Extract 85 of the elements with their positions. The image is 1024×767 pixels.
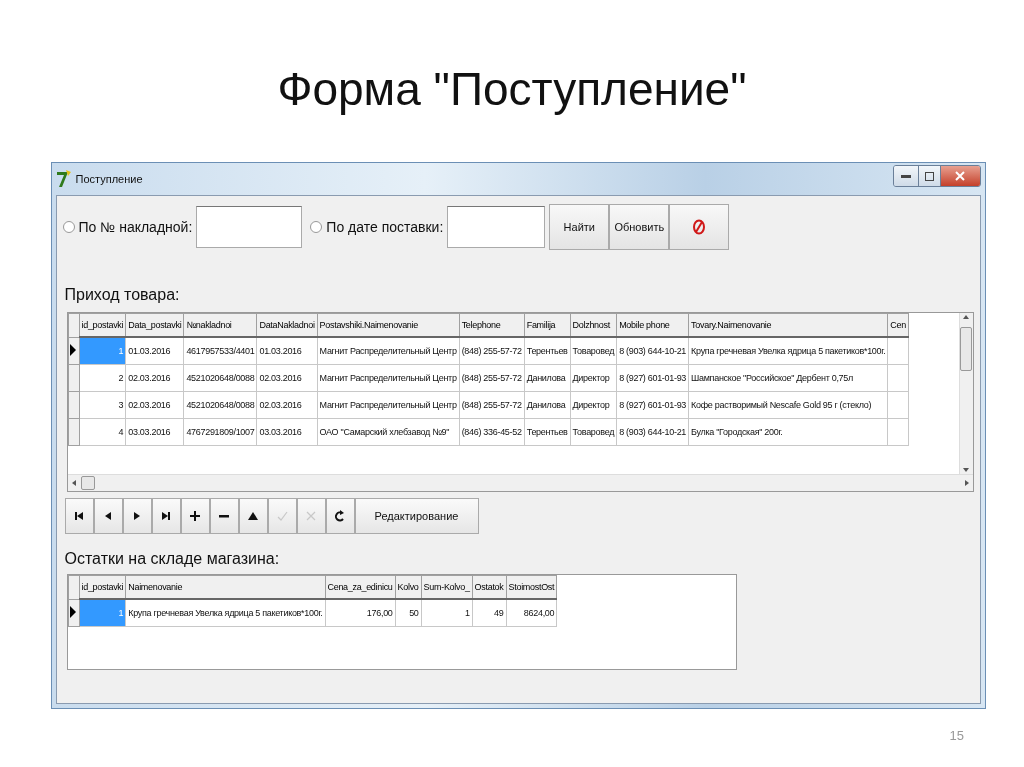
column-header[interactable]: Dolzhnost: [570, 313, 617, 337]
radio-label: По № накладной:: [78, 219, 193, 235]
close-button[interactable]: [939, 166, 980, 186]
page-number: 15: [949, 728, 964, 743]
horizontal-scrollbar[interactable]: [67, 474, 973, 491]
table-cell: (846) 336-45-52: [459, 418, 525, 446]
column-header[interactable]: Familija: [524, 313, 571, 337]
refresh-button[interactable]: [325, 498, 355, 534]
column-header[interactable]: DataNakladnoi: [256, 313, 318, 337]
column-header[interactable]: Kolvo: [395, 575, 422, 599]
radio-label: По дате поставки:: [326, 219, 444, 235]
cancel-button[interactable]: [669, 204, 730, 250]
table-cell: Кофе растворимый Nescafe Gold 95 г (стекло): [688, 391, 888, 419]
next-button[interactable]: [122, 498, 152, 534]
action-button[interactable]: Найти: [549, 204, 610, 250]
scroll-up-icon[interactable]: [962, 313, 970, 321]
edit-button[interactable]: Редактирование: [354, 498, 479, 534]
section-heading: Остатки на складе магазина:: [64, 550, 281, 568]
input-field[interactable]: [196, 206, 303, 248]
column-header[interactable]: Mobile phone: [616, 313, 689, 337]
input-field[interactable]: [447, 206, 546, 248]
window-title: Поступление: [75, 173, 143, 185]
table-cell: 8 (903) 644-10-21: [616, 418, 689, 446]
minimize-icon: [900, 174, 911, 178]
column-header[interactable]: Postavshiki.Naimenovanie: [317, 313, 460, 337]
table-cell: 8 (927) 601-01-93: [616, 391, 689, 419]
table-cell: 4521020648/0088: [183, 364, 257, 392]
scroll-left-icon[interactable]: [70, 479, 77, 487]
vertical-scrollbar[interactable]: [958, 313, 973, 474]
table-cell: 4767291809/1007: [183, 418, 257, 446]
column-header[interactable]: Cen: [887, 313, 909, 337]
radio-button[interactable]: [62, 221, 75, 233]
column-header[interactable]: Ostatok: [472, 575, 507, 599]
column-header[interactable]: Tovary.Naimenovanie: [688, 313, 888, 337]
table-cell: Магнит Распределительный Центр: [317, 364, 460, 392]
table-cell: (848) 255-57-72: [459, 337, 525, 365]
close-icon: [955, 171, 965, 181]
scroll-right-icon[interactable]: [963, 479, 970, 487]
edit-icon: [247, 510, 259, 522]
table-cell: (848) 255-57-72: [459, 364, 525, 392]
table-cell: Магнит Распределительный Центр: [317, 391, 460, 419]
action-button[interactable]: Обновить: [609, 204, 670, 250]
cancel-icon: [305, 510, 317, 522]
insert-icon: [189, 510, 201, 522]
table-cell: ОАО "Самарский хлебзавод №9": [317, 418, 460, 446]
slide-title: Форма "Поступление": [277, 62, 747, 117]
table-cell: Магнит Распределительный Центр: [317, 337, 460, 365]
last-button[interactable]: [151, 498, 181, 534]
column-header[interactable]: Sum-Kolvo_: [421, 575, 473, 599]
scroll-thumb[interactable]: [80, 476, 95, 490]
column-header[interactable]: №nakladnoi: [183, 313, 257, 337]
first-button[interactable]: [64, 498, 94, 534]
table-cell: Крупа гречневая Увелка ядрица 5 пакетиков*100г.: [688, 337, 888, 365]
maximize-button[interactable]: [917, 166, 940, 186]
minimize-button[interactable]: [893, 166, 918, 186]
edit-button[interactable]: [238, 498, 268, 534]
last-icon: [160, 510, 172, 522]
scroll-thumb[interactable]: [960, 327, 972, 371]
table-cell: 4617957533/4401: [183, 337, 257, 365]
column-header[interactable]: Naimenovanie: [125, 575, 325, 599]
maximize-icon: [924, 171, 934, 181]
refresh-icon: [334, 510, 346, 522]
column-header[interactable]: StoimostOst: [506, 575, 557, 599]
table-cell: 176,00: [325, 599, 396, 627]
column-header[interactable]: id_postavki: [79, 575, 126, 599]
post-icon: [276, 510, 288, 522]
insert-button[interactable]: [180, 498, 210, 534]
table-cell: 8 (903) 644-10-21: [616, 337, 689, 365]
app-icon: [55, 170, 72, 188]
section-heading: Приход товара:: [64, 286, 181, 304]
column-header[interactable]: Data_postavki: [125, 313, 184, 337]
table-cell: 4521020648/0088: [183, 391, 257, 419]
table-cell: Шампанское "Российское" Дербент 0,75л: [688, 364, 888, 392]
table-cell: Булка "Городская" 200г.: [688, 418, 888, 446]
first-icon: [73, 510, 85, 522]
prohibited-icon: [692, 219, 707, 235]
table-cell: 8 (927) 601-01-93: [616, 364, 689, 392]
column-header[interactable]: id_postavki: [79, 313, 126, 337]
table-cell: (848) 255-57-72: [459, 391, 525, 419]
delete-button[interactable]: [209, 498, 239, 534]
table-cell: Крупа гречневая Увелка ядрица 5 пакетиков*100г.: [125, 599, 325, 627]
prior-button[interactable]: [93, 498, 123, 534]
column-header[interactable]: Cena_za_edinicu: [325, 575, 396, 599]
radio-button[interactable]: [310, 221, 323, 233]
column-header[interactable]: Telephone: [459, 313, 525, 337]
